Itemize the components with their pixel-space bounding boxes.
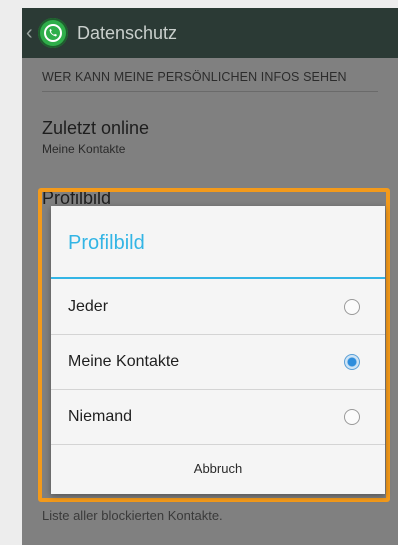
radio-unchecked-icon[interactable] <box>344 299 360 315</box>
dialog-title-divider <box>51 277 385 279</box>
option-label: Niemand <box>68 408 133 425</box>
section-header: WER KANN MEINE PERSÖNLICHEN INFOS SEHEN <box>42 70 378 92</box>
pref-last-seen-title[interactable]: Zuletzt online <box>42 118 149 139</box>
option-nobody[interactable]: Niemand <box>51 390 385 445</box>
profile-photo-dialog: Profilbild Jeder Meine Kontakte Niemand … <box>51 206 385 494</box>
cancel-button[interactable]: Abbruch <box>51 442 385 494</box>
option-label: Jeder <box>68 298 109 315</box>
blocked-contacts-summary: Liste aller blockierten Kontakte. <box>42 508 223 523</box>
dialog-title: Profilbild <box>68 232 145 254</box>
whatsapp-icon[interactable] <box>38 18 68 48</box>
page-title: Datenschutz <box>77 22 178 43</box>
option-label: Meine Kontakte <box>68 353 180 370</box>
radio-unchecked-icon[interactable] <box>344 409 360 425</box>
option-my-contacts[interactable]: Meine Kontakte <box>51 335 385 390</box>
pref-last-seen-value: Meine Kontakte <box>42 142 126 156</box>
radio-checked-icon[interactable] <box>344 354 360 370</box>
chevron-left-icon[interactable]: ‹ <box>26 22 36 45</box>
option-everyone[interactable]: Jeder <box>51 280 385 335</box>
action-bar: ‹ Datenschutz <box>22 8 398 58</box>
